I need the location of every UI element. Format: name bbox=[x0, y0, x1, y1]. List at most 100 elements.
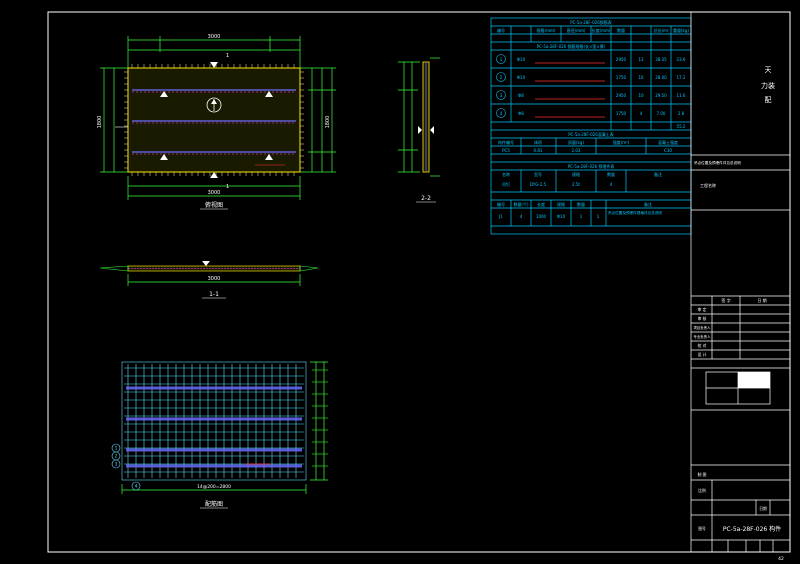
plan-left-dim: 1800 bbox=[97, 116, 103, 129]
bar-len-4: 1750 bbox=[616, 111, 627, 116]
sig-row-2: 项目负责人 bbox=[694, 325, 712, 330]
note-cell-5: 1 bbox=[597, 214, 600, 219]
concrete-cell-0: PC5 bbox=[502, 148, 510, 153]
bar-weight-4: 2.8 bbox=[678, 111, 685, 116]
date-label: 日期 bbox=[759, 506, 767, 511]
sig-col-head-0: 签 字 bbox=[721, 297, 730, 303]
rebar-header-3: 长度(mm) bbox=[592, 27, 611, 33]
company-line-1: 天 bbox=[765, 66, 772, 74]
bar-qty-4: 4 bbox=[640, 111, 643, 116]
sig-row-4: 校 对 bbox=[698, 343, 707, 348]
sig-row-3: 专业负责人 bbox=[694, 334, 712, 339]
bar-total-4: 7.00 bbox=[657, 111, 666, 116]
concrete-header-4: 混凝土强度 bbox=[658, 139, 678, 145]
concrete-cell-1: 0.81 bbox=[534, 148, 543, 153]
plan-view-title: 俯视图 bbox=[205, 201, 223, 209]
rebar-total: 55.2 bbox=[677, 124, 686, 129]
concrete-table-title: PC-5a-28F-026混凝土表 bbox=[568, 131, 614, 137]
sig-row-5: 设 计 bbox=[698, 352, 707, 357]
note-header-1: 数量(个) bbox=[513, 201, 529, 207]
concrete-cell-2: 2.03 bbox=[572, 148, 581, 153]
bar-callout-label: 4 bbox=[135, 484, 138, 489]
section-mark-top: 1 bbox=[226, 53, 229, 59]
company-line-3: 配 bbox=[765, 96, 772, 104]
bar-spec-1: Φ10 bbox=[517, 57, 526, 62]
rebar-table-title: PC-5a-28F-026钢筋表 bbox=[570, 19, 612, 25]
rebar-bottom-dim: 14@200=2800 bbox=[197, 484, 231, 490]
cad-drawing-sheet: 3000 3000 1800 1800 1 1 俯视图 2-2 3000 1-1… bbox=[0, 0, 800, 564]
rebar-layout-title: 配筋图 bbox=[205, 500, 223, 508]
bar-total-2: 28.00 bbox=[655, 75, 667, 80]
concrete-header-2: 质量(kg) bbox=[568, 139, 584, 145]
rebar-header-0: 编号 bbox=[497, 27, 505, 33]
embed-header-4: 备注 bbox=[654, 171, 662, 177]
plan-top-dim: 3000 bbox=[208, 34, 221, 40]
section-2-2-title: 2-2 bbox=[421, 195, 431, 202]
rebar-header-6: 重量(kg) bbox=[673, 27, 689, 33]
sig-row-1: 审 核 bbox=[698, 316, 707, 321]
note-cell-0: J1 bbox=[498, 214, 503, 219]
bar-spec-4: Φ8 bbox=[518, 111, 524, 116]
note-header-2: 长度 bbox=[537, 201, 545, 207]
scale-label: 比例 bbox=[698, 488, 706, 493]
embed-header-1: 型号 bbox=[534, 171, 542, 177]
bar-no-1: 1 bbox=[500, 57, 503, 62]
embed-header-3: 数量 bbox=[607, 171, 615, 177]
bar-qty-1: 13 bbox=[638, 57, 644, 62]
plan-bottom-dim: 3000 bbox=[208, 190, 221, 196]
drawing-title: PC-5a-28F-026 构件 bbox=[723, 525, 781, 533]
bar-weight-1: 23.6 bbox=[677, 57, 686, 62]
sig-row-0: 审 定 bbox=[698, 307, 707, 312]
section-1-1-length: 3000 bbox=[208, 276, 221, 282]
bar-callout-label: 2 bbox=[115, 454, 118, 459]
bar-callout-label: 1 bbox=[115, 446, 118, 451]
note-header-5: 备注 bbox=[644, 201, 652, 207]
embed-header-2: 规格 bbox=[572, 171, 580, 177]
note-cell-3: Φ10 bbox=[557, 214, 566, 219]
bar-total-1: 38.35 bbox=[655, 57, 667, 62]
sig-row-6: 制 图 bbox=[698, 472, 707, 477]
section-1-1-title: 1-1 bbox=[209, 291, 219, 298]
rebar-subhead: PC-5a-28F-026 钢筋规格(长×宽×厚) bbox=[537, 43, 606, 49]
side-note: 吊点位置及预埋件详见总说明 bbox=[694, 160, 741, 165]
bar-spec-2: Φ10 bbox=[517, 75, 526, 80]
embed-cell-3: 4 bbox=[610, 182, 613, 187]
bar-spec-3: Φ8 bbox=[518, 93, 524, 98]
bar-callout-label: 3 bbox=[115, 462, 118, 467]
embed-cell-2: 2.5t bbox=[572, 182, 580, 187]
bar-no-2: 2 bbox=[500, 75, 503, 80]
note-cell-2: 1000 bbox=[536, 214, 547, 219]
note-cell-4: 1 bbox=[580, 214, 583, 219]
bar-qty-2: 16 bbox=[638, 75, 644, 80]
project-label: 工程名称 bbox=[700, 182, 716, 188]
embed-header-0: 名称 bbox=[502, 171, 510, 177]
concrete-header-1: 体积 bbox=[534, 139, 542, 145]
logo-block bbox=[738, 372, 770, 388]
bar-no-4: 4 bbox=[500, 111, 503, 116]
embed-table-title: PC-5a-28F-026 预埋件表 bbox=[568, 163, 615, 169]
sheet-number: 42 bbox=[778, 556, 784, 562]
embed-cell-1: DYG-2.5 bbox=[530, 182, 547, 187]
company-line-2: 力装 bbox=[761, 81, 775, 90]
note-text: 吊点位置及预埋件规格详见总说明 bbox=[608, 210, 662, 215]
bar-weight-2: 17.2 bbox=[677, 75, 686, 80]
embed-cell-0: 吊钉 bbox=[502, 181, 510, 187]
concrete-cell-3: C30 bbox=[664, 148, 672, 153]
plan-right-dim: 1800 bbox=[325, 116, 331, 129]
rebar-header-4: 数量 bbox=[617, 27, 625, 33]
bar-weight-3: 11.6 bbox=[677, 93, 686, 98]
sheet-label: 图号 bbox=[698, 526, 706, 531]
note-cell-1: 4 bbox=[520, 214, 523, 219]
note-header-4: 数量 bbox=[577, 201, 585, 207]
note-header-3: 规格 bbox=[557, 201, 565, 207]
bar-no-3: 3 bbox=[500, 93, 503, 98]
concrete-header-0: 构件编号 bbox=[498, 139, 514, 145]
bar-len-3: 2950 bbox=[616, 93, 627, 98]
rebar-header-5: 总长(m) bbox=[653, 27, 668, 33]
rebar-header-2: 直径(mm) bbox=[567, 27, 586, 33]
bar-len-1: 2950 bbox=[616, 57, 627, 62]
sig-col-head-1: 日 期 bbox=[757, 297, 766, 303]
bar-total-3: 29.50 bbox=[655, 93, 667, 98]
rebar-header-1: 规格(mm) bbox=[537, 27, 556, 33]
concrete-header-3: 强度(m³) bbox=[613, 139, 630, 145]
